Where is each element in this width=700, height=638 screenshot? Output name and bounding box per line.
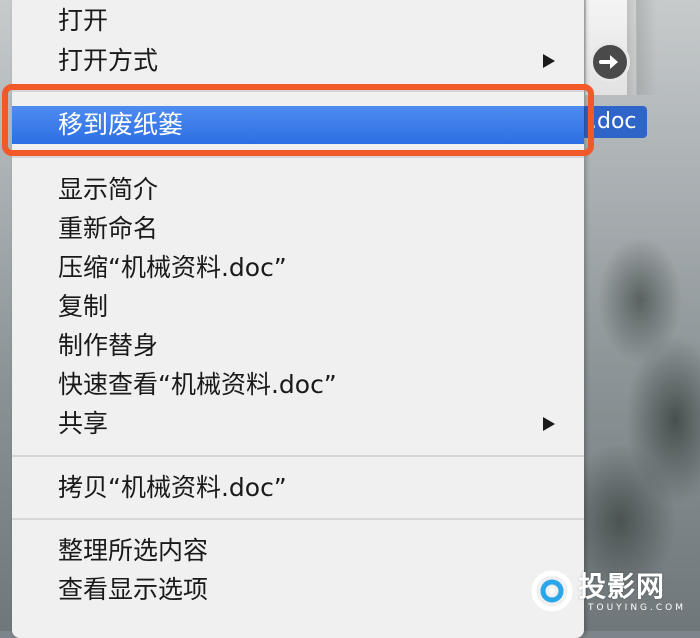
menu-item-share[interactable]: 共享 [12,405,584,443]
watermark: 投影网 TOUYING.COM [530,563,695,621]
menu-item-copy[interactable]: 拷贝“机械资料.doc” [12,469,584,507]
menu-item-label: 共享 [58,409,109,438]
menu-item-rename[interactable]: 重新命名 [12,210,584,248]
menu-item-label: 重新命名 [58,214,159,243]
annotation-highlight-box [2,84,594,156]
menu-item-compress[interactable]: 压缩“机械资料.doc” [12,249,584,287]
menu-item-label: 压缩“机械资料.doc” [58,253,287,282]
watermark-sub-text: TOUYING.COM [588,603,687,613]
menu-item-label: 打开方式 [58,46,159,75]
menu-item-open[interactable]: 打开 [12,2,584,40]
menu-separator [12,518,584,520]
menu-item-label: 制作替身 [58,331,159,360]
menu-item-make-alias[interactable]: 制作替身 [12,327,584,365]
menu-item-label: 复制 [58,292,109,321]
submenu-arrow-icon [539,405,559,443]
menu-item-label: 整理所选内容 [58,536,209,565]
menu-item-label: 显示简介 [58,175,159,204]
menu-separator [12,156,584,158]
menu-item-label: 打开 [58,6,109,35]
menu-item-label: 快速查看“机械资料.doc” [58,370,337,399]
menu-item-duplicate[interactable]: 复制 [12,288,584,326]
file-icon-shadow [627,0,657,95]
arrow-right-icon[interactable] [590,42,630,82]
watermark-brand-text: 投影网 [578,570,666,603]
menu-separator [12,455,584,457]
menu-item-clean-up-selection[interactable]: 整理所选内容 [12,532,584,570]
menu-item-quick-look[interactable]: 快速查看“机械资料.doc” [12,366,584,404]
watermark-logo-icon [531,570,573,612]
menu-item-show-view-options[interactable]: 查看显示选项 [12,571,584,609]
menu-item-label: 查看显示选项 [58,575,209,604]
menu-item-open-with[interactable]: 打开方式 [12,42,584,80]
menu-item-label: 拷贝“机械资料.doc” [58,473,287,502]
submenu-arrow-icon [539,42,559,80]
menu-item-get-info[interactable]: 显示简介 [12,171,584,209]
